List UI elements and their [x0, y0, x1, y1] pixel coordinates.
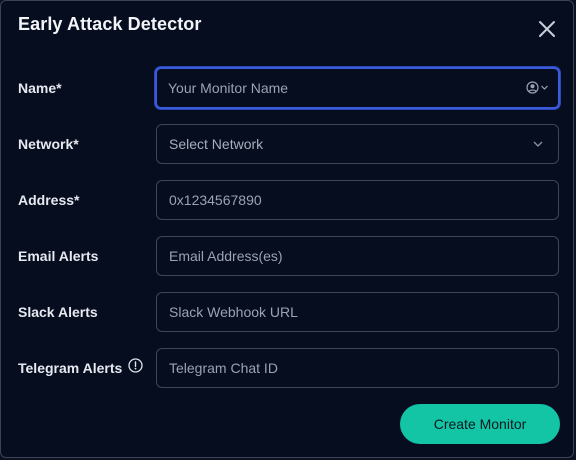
address-label: Address* — [18, 192, 80, 208]
email-alerts-input[interactable] — [156, 236, 559, 276]
name-row: Name* — [1, 67, 575, 109]
early-attack-detector-dialog: Early Attack Detector Name* Network* Sel… — [0, 0, 574, 458]
telegram-alerts-label-wrap: Telegram Alerts — [18, 348, 143, 388]
slack-alerts-label: Slack Alerts — [18, 304, 98, 320]
address-input[interactable] — [156, 180, 559, 220]
email-alerts-label: Email Alerts — [18, 248, 99, 264]
dialog-title: Early Attack Detector — [18, 14, 202, 34]
telegram-alerts-label: Telegram Alerts — [18, 360, 123, 376]
network-label: Network* — [18, 136, 79, 152]
create-monitor-button[interactable]: Create Monitor — [400, 404, 560, 444]
telegram-alerts-row: Telegram Alerts — [1, 348, 575, 388]
name-label: Name* — [18, 80, 62, 96]
email-alerts-row: Email Alerts — [1, 236, 575, 276]
network-select[interactable]: Select Network — [156, 124, 559, 164]
info-icon[interactable] — [128, 348, 143, 388]
telegram-alerts-input[interactable] — [156, 348, 559, 388]
chevron-down-icon — [541, 85, 548, 90]
name-input[interactable] — [155, 67, 560, 109]
user-circle-icon — [526, 81, 539, 94]
chevron-down-icon — [533, 141, 543, 147]
close-icon — [539, 21, 555, 37]
name-input-addon[interactable] — [526, 81, 549, 94]
network-select-value: Select Network — [169, 136, 264, 152]
close-button[interactable] — [536, 18, 558, 40]
slack-alerts-row: Slack Alerts — [1, 292, 575, 332]
slack-alerts-input[interactable] — [156, 292, 559, 332]
network-row: Network* Select Network — [1, 124, 575, 164]
address-row: Address* — [1, 180, 575, 220]
